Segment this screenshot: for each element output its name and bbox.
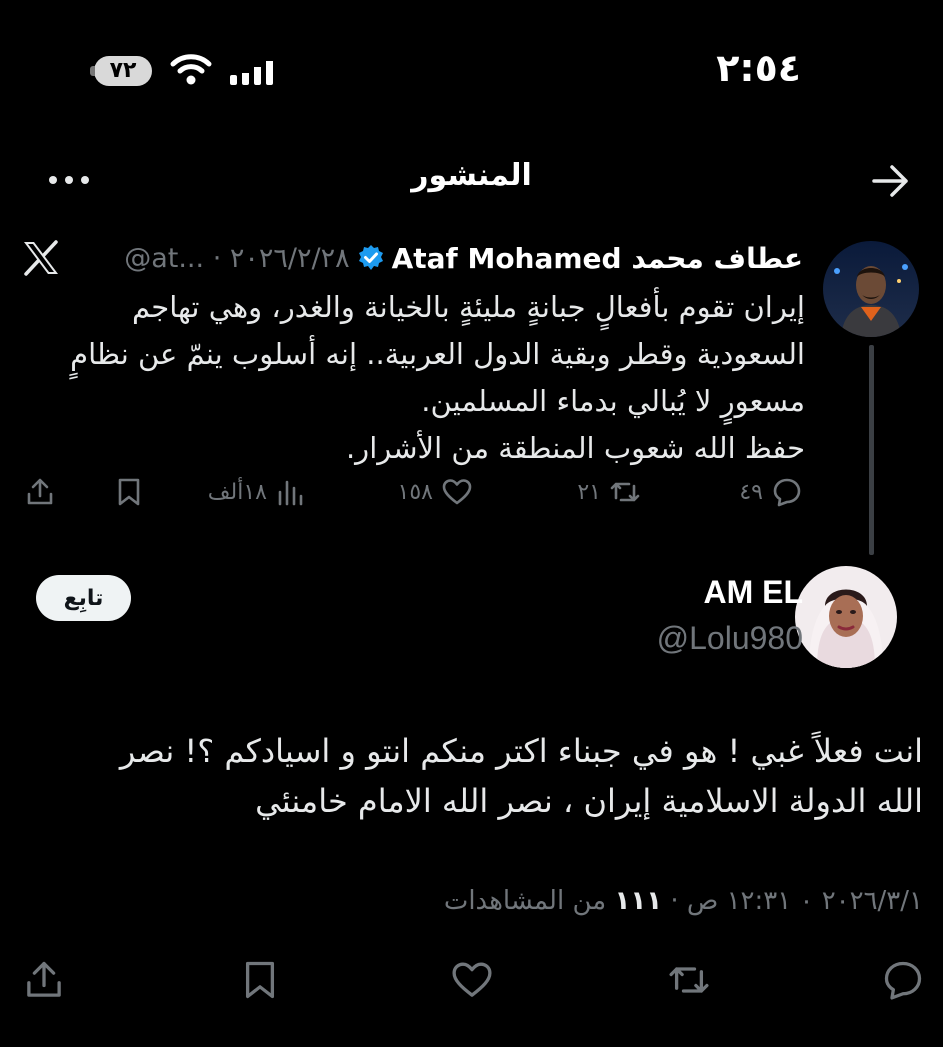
post-meta: @at... · ٢٠٢٦/٢/٢٨ [124,243,349,274]
author-name[interactable]: AM EL [703,574,803,611]
repost-icon[interactable] [667,958,711,1002]
bookmark-icon[interactable] [238,958,282,1002]
repost-icon [609,476,641,508]
reply-action[interactable]: ٤٩ [739,476,803,508]
wifi-icon [170,52,212,86]
author-name[interactable]: عطاف محمد Ataf Mohamed [392,242,803,275]
x-logo-icon [22,240,60,276]
share-icon [24,476,56,508]
view-count: ١١١ [614,886,663,916]
page-title: المنشور [411,158,532,193]
reply-count: ٤٩ [739,479,763,505]
status-time: ٢:٥٤ [716,46,801,90]
bookmark-action[interactable] [113,476,145,508]
post-text: انت فعلاً غبي ! هو في جبناء اكتر منكم ان… [119,732,923,820]
share-action[interactable] [24,476,56,508]
quoted-post-text: إيران تقوم بأفعالٍ جبانةٍ مليئةٍ بالخيان… [70,290,805,465]
heart-icon[interactable] [450,958,494,1002]
post-meta: ٢٠٢٦/٣/١ ٠ ١٢:٣١ ص · ١١١ من المشاهدات [444,886,923,916]
repost-action[interactable]: ٢١ [577,476,641,508]
cellular-signal-icon [228,55,276,87]
author-handle[interactable]: @Lolu980 [657,620,803,657]
meta-separator: · [662,886,679,916]
battery-level: ٧٢ [109,58,137,83]
meta-separator: · [212,242,230,274]
post-timestamp: ٢٠٢٦/٣/١ ٠ ١٢:٣١ ص [686,886,923,916]
like-count: ١٥٨ [397,479,433,505]
post-date: ٢٠٢٦/٢/٢٨ [229,242,350,274]
avatar[interactable] [823,241,919,337]
views-action[interactable]: ١٨ألف [208,476,307,508]
view-count: ١٨ألف [207,479,267,505]
quoted-post-header: عطاف محمد Ataf Mohamed @at... · ٢٠٢٦/٢/٢… [23,238,803,278]
like-action[interactable]: ١٥٨ [398,476,473,508]
avatar[interactable] [795,566,897,668]
reply-icon[interactable] [881,958,925,1002]
follow-button[interactable]: تابِع [36,575,131,621]
reply-icon [771,476,803,508]
views-label[interactable]: من المشاهدات [444,886,606,916]
repost-count: ٢١ [577,479,601,505]
thread-line [869,345,874,555]
arrow-right-icon[interactable] [869,160,911,202]
bar-chart-icon [275,476,307,508]
battery-icon: ٧٢ [90,56,154,86]
heart-icon [441,476,473,508]
post-handle[interactable]: @at... [124,243,204,274]
share-icon[interactable] [22,958,66,1002]
verified-badge-icon [357,244,385,272]
bookmark-icon [113,476,145,508]
